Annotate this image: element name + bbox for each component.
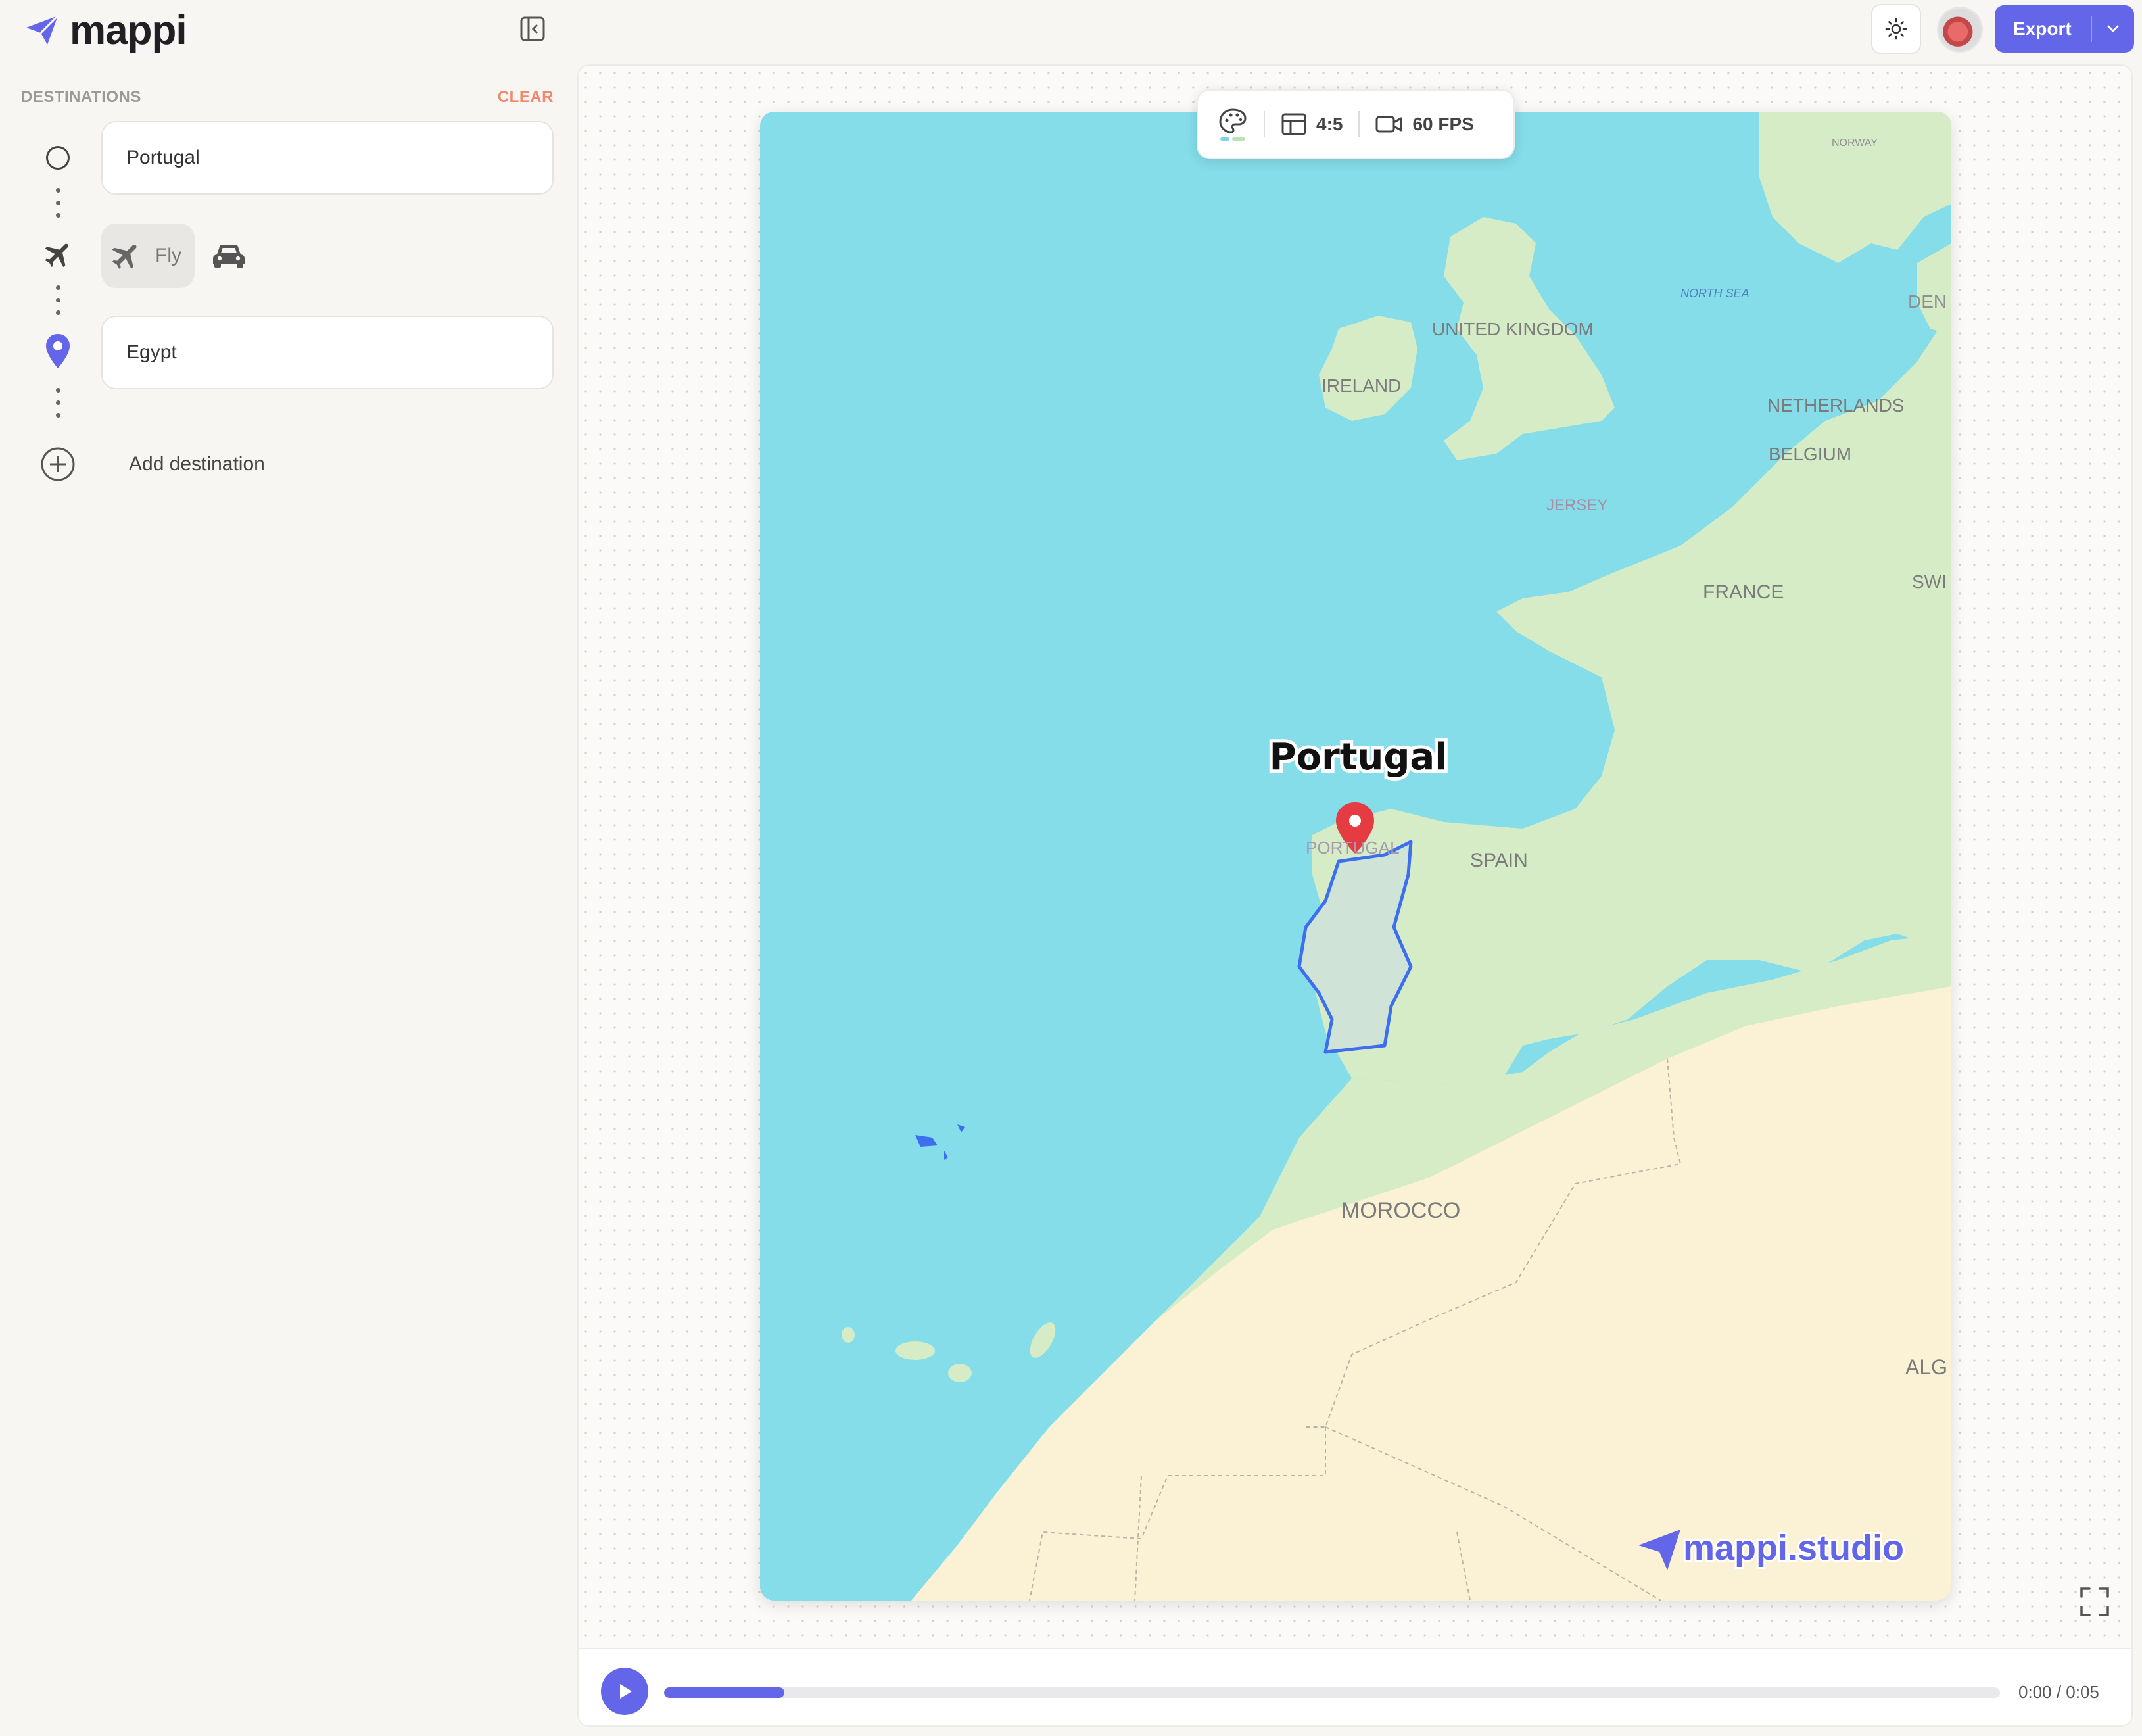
route-dots xyxy=(54,285,62,315)
playback-bar: 0:00 / 0:05 xyxy=(579,1648,2131,1725)
user-avatar[interactable] xyxy=(1937,7,1983,53)
label-spain: SPAIN xyxy=(1470,850,1528,871)
timeline-progress xyxy=(664,1687,784,1698)
destinations-header: DESTINATIONS CLEAR xyxy=(21,88,554,107)
add-destination-button[interactable]: Add destination xyxy=(39,446,265,483)
route-dots xyxy=(54,188,62,218)
timeline-slider[interactable] xyxy=(664,1687,2000,1698)
origin-circle-icon xyxy=(46,146,70,170)
car-icon xyxy=(213,245,245,268)
collapse-sidebar-button[interactable] xyxy=(518,14,547,43)
label-denmark: DEN xyxy=(1908,291,1947,312)
label-uk: UNITED KINGDOM xyxy=(1432,319,1594,339)
palette-button[interactable] xyxy=(1218,107,1248,141)
location-pin-icon xyxy=(46,334,70,368)
video-camera-icon xyxy=(1375,116,1402,133)
export-dropdown-toggle[interactable] xyxy=(2092,20,2134,37)
origin-input[interactable] xyxy=(101,121,554,195)
map-render: NORWAY NORTH SEA DEN UNITED KINGDOM IREL… xyxy=(760,112,1951,1601)
label-netherlands: NETHERLANDS xyxy=(1767,395,1904,416)
fps-label: 60 FPS xyxy=(1412,114,1474,134)
label-france: FRANCE xyxy=(1703,581,1784,603)
transport-modes: Fly xyxy=(101,224,255,288)
label-switzerland: SWI xyxy=(1912,571,1947,592)
label-morocco: MOROCCO xyxy=(1341,1198,1460,1223)
map-toolbar: 4:5 60 FPS xyxy=(1197,89,1515,159)
plus-circle-icon xyxy=(41,447,75,481)
label-norway: NORWAY xyxy=(1832,137,1878,149)
theme-toggle-button[interactable] xyxy=(1871,4,1921,54)
paper-plane-icon xyxy=(26,14,59,45)
sun-icon xyxy=(1885,18,1907,40)
app-logo[interactable]: mappi xyxy=(25,5,187,55)
play-icon xyxy=(620,1684,632,1699)
export-button[interactable]: Export xyxy=(1995,5,2134,53)
label-north-sea: NORTH SEA xyxy=(1680,287,1749,300)
fly-mode-button[interactable]: Fly xyxy=(101,224,195,288)
watermark-text: mappi.studio xyxy=(1683,1528,1904,1568)
time-display: 0:00 / 0:05 xyxy=(2018,1682,2099,1702)
plane-icon xyxy=(45,243,68,268)
chevron-down-icon xyxy=(2107,25,2119,33)
aspect-ratio-icon xyxy=(1281,113,1306,135)
route-dots xyxy=(54,388,62,418)
export-label: Export xyxy=(2013,18,2072,39)
plane-icon xyxy=(112,244,137,269)
toolbar-divider xyxy=(1358,111,1360,137)
aspect-ratio-button[interactable]: 4:5 xyxy=(1281,112,1343,136)
aspect-ratio-label: 4:5 xyxy=(1316,114,1343,134)
app-name: mappi xyxy=(70,7,187,53)
destination-input[interactable] xyxy=(101,316,554,389)
play-button[interactable] xyxy=(601,1668,648,1715)
preview-canvas: NORWAY NORTH SEA DEN UNITED KINGDOM IREL… xyxy=(577,64,2133,1727)
clear-button[interactable]: CLEAR xyxy=(498,88,554,107)
label-portugal-small: PORTUGAL xyxy=(1306,838,1400,857)
label-belgium: BELGIUM xyxy=(1769,444,1851,464)
label-ireland: IRELAND xyxy=(1321,375,1401,396)
destinations-title: DESTINATIONS xyxy=(21,88,141,106)
expand-icon xyxy=(2080,1587,2109,1616)
add-destination-label: Add destination xyxy=(129,453,265,475)
sidebar: mappi DESTINATIONS CLEAR Fly xyxy=(0,0,575,1736)
palette-icon xyxy=(1219,108,1247,141)
label-algeria: ALG xyxy=(1905,1355,1947,1379)
highlight-label: Portugal xyxy=(1270,736,1448,779)
fly-label: Fly xyxy=(155,245,181,266)
label-jersey: JERSEY xyxy=(1546,496,1607,514)
fullscreen-button[interactable] xyxy=(2079,1586,2110,1618)
fps-button[interactable]: 60 FPS xyxy=(1375,114,1474,135)
toolbar-divider xyxy=(1264,111,1265,137)
drive-mode-button[interactable] xyxy=(202,229,255,282)
sidebar-collapse-icon xyxy=(520,16,545,41)
map-preview[interactable]: NORWAY NORTH SEA DEN UNITED KINGDOM IREL… xyxy=(760,112,1951,1601)
